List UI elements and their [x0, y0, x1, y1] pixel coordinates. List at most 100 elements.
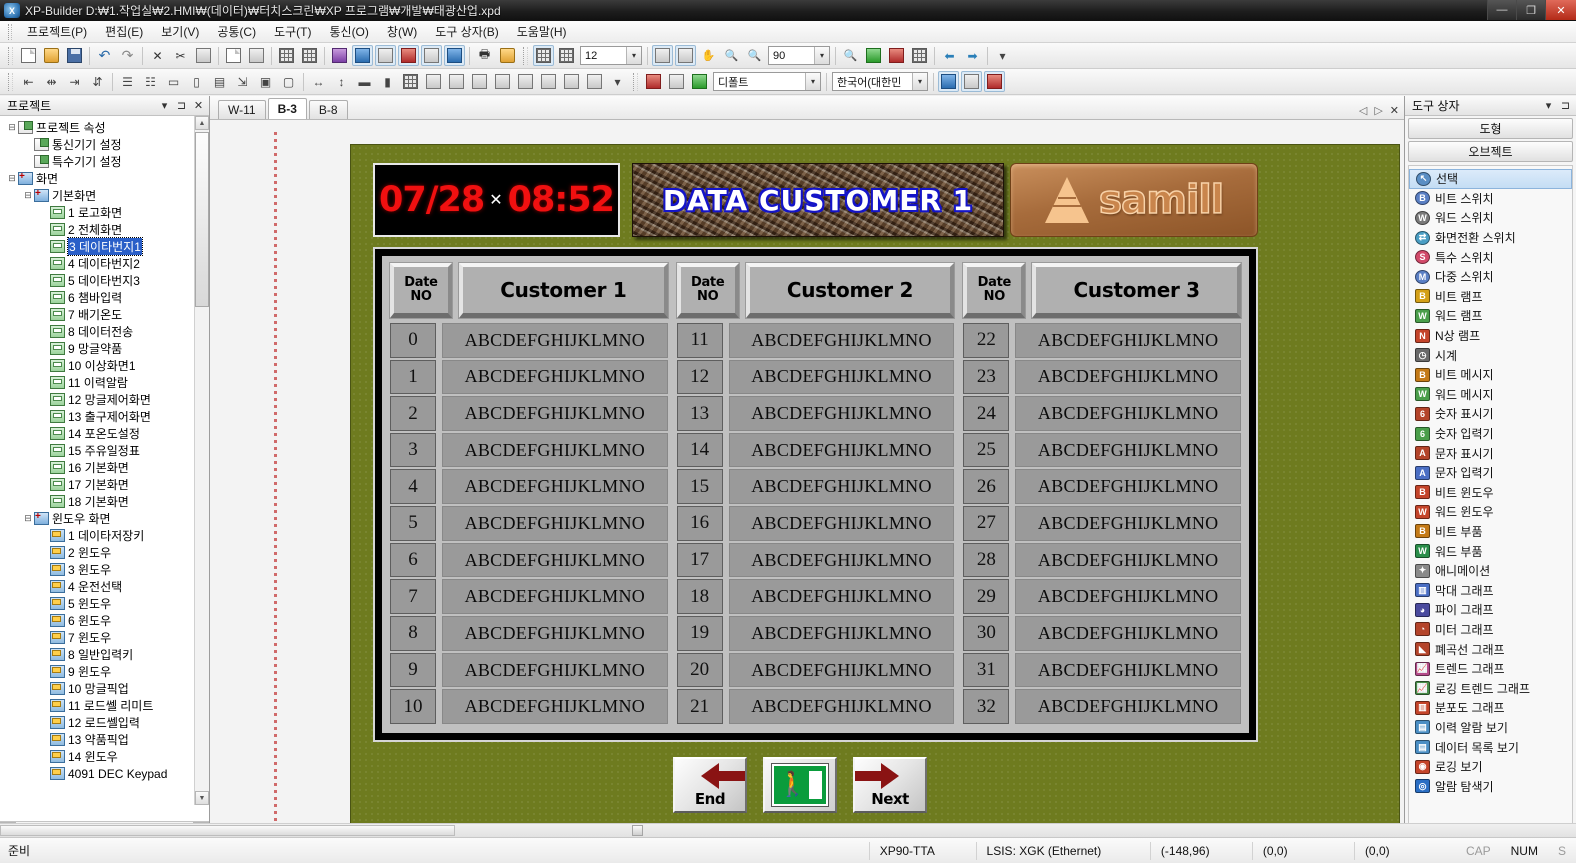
tab-next-icon[interactable]: ▷ [1374, 104, 1382, 117]
tree-item[interactable]: 2 윈도우 [0, 544, 209, 561]
row-value-cell[interactable]: ABCDEFGHIJKLMNO [442, 652, 668, 688]
table-row[interactable]: 32 ABCDEFGHIJKLMNO [963, 689, 1242, 725]
table-row[interactable]: 9 ABCDEFGHIJKLMNO [390, 652, 668, 688]
toolbox-item[interactable]: ▥ 분포도 그래프 [1409, 698, 1572, 718]
hmi-screen-preview[interactable]: 07/28 ✕ 08:52 DATA CUSTOMER 1 samill Dat… [350, 144, 1400, 834]
row-value-cell[interactable]: ABCDEFGHIJKLMNO [442, 579, 668, 615]
shape-round-button[interactable] [446, 71, 467, 92]
row-value-cell[interactable]: ABCDEFGHIJKLMNO [442, 689, 668, 725]
tree-item[interactable]: 통신기기 설정 [0, 136, 209, 153]
tree-item[interactable]: 6 윈도우 [0, 612, 209, 629]
duplicate-button[interactable] [246, 45, 267, 66]
table-row[interactable]: 31 ABCDEFGHIJKLMNO [963, 652, 1242, 688]
table-row[interactable]: 5 ABCDEFGHIJKLMNO [390, 506, 668, 541]
chart-button[interactable] [863, 45, 884, 66]
tree-item[interactable]: ⊟ 화면 [0, 170, 209, 187]
tree-item[interactable]: 13 출구제어화면 [0, 408, 209, 425]
toolbox-item[interactable]: ◕ 파이 그래프 [1409, 600, 1572, 620]
row-value-cell[interactable]: ABCDEFGHIJKLMNO [442, 542, 668, 578]
toolbar-grip-3[interactable] [8, 72, 13, 91]
tree-expand-icon[interactable]: ⊟ [22, 190, 34, 201]
toolbox-item[interactable]: ◷ 시계 [1409, 345, 1572, 365]
table-row[interactable]: 1 ABCDEFGHIJKLMNO [390, 359, 668, 395]
table-row[interactable]: 18 ABCDEFGHIJKLMNO [676, 579, 955, 615]
upload-button[interactable] [689, 71, 710, 92]
table-row[interactable]: 14 ABCDEFGHIJKLMNO [676, 432, 955, 468]
shape-oval-button[interactable] [492, 71, 513, 92]
table-row[interactable]: 0 ABCDEFGHIJKLMNO [390, 322, 668, 358]
menu-item-comm[interactable]: 통신(O) [320, 21, 377, 42]
paste-button[interactable] [223, 45, 244, 66]
toolbar-grip-2[interactable] [523, 46, 528, 65]
chevron-down-icon[interactable]: ▾ [626, 47, 641, 64]
tree-item[interactable]: ⊟ 기본화면 [0, 187, 209, 204]
row-value-cell[interactable]: ABCDEFGHIJKLMNO [728, 396, 955, 431]
tree-item[interactable]: 12 망글제어화면 [0, 391, 209, 408]
zoom-level-combo[interactable]: 90 ▾ [768, 46, 830, 65]
editor-hscroll-thumb[interactable] [632, 825, 643, 836]
panel-pin-icon[interactable]: ⊐ [175, 99, 188, 112]
shape-text-button[interactable] [561, 71, 582, 92]
row-value-cell[interactable]: ABCDEFGHIJKLMNO [442, 506, 668, 541]
table-row[interactable]: 17 ABCDEFGHIJKLMNO [676, 542, 955, 578]
toolbar2-overflow-button[interactable]: ▾ [607, 71, 628, 92]
tree-item[interactable]: ⊟ 프로젝트 속성 [0, 119, 209, 136]
save-file-button[interactable] [64, 45, 85, 66]
library-button[interactable] [444, 45, 465, 66]
menu-item-project[interactable]: 프로젝트(P) [18, 21, 96, 42]
toolbox-item[interactable]: 6 숫자 표시기 [1409, 404, 1572, 424]
close-button[interactable]: ✕ [1545, 0, 1576, 20]
toolbox-item[interactable]: A 문자 입력기 [1409, 463, 1572, 483]
copy-button[interactable] [193, 45, 214, 66]
table-row[interactable]: 16 ABCDEFGHIJKLMNO [676, 506, 955, 541]
tab-prev-icon[interactable]: ◁ [1359, 104, 1367, 117]
pan-hand-icon[interactable] [698, 45, 719, 66]
tab-close-icon[interactable]: ✕ [1390, 104, 1399, 117]
delete-button[interactable] [147, 45, 168, 66]
row-value-cell[interactable]: ABCDEFGHIJKLMNO [1015, 469, 1242, 505]
next-button[interactable]: Next [853, 757, 927, 813]
tree-item[interactable]: 14 윈도우 [0, 748, 209, 765]
row-value-cell[interactable]: ABCDEFGHIJKLMNO [728, 652, 955, 688]
row-value-cell[interactable]: ABCDEFGHIJKLMNO [1015, 542, 1242, 578]
row-value-cell[interactable]: ABCDEFGHIJKLMNO [1015, 506, 1242, 541]
tree-item[interactable]: 5 윈도우 [0, 595, 209, 612]
toolbox-item[interactable]: ▤ 이력 알람 보기 [1409, 718, 1572, 738]
tree-item[interactable]: 13 약품픽업 [0, 731, 209, 748]
tree-item[interactable]: 10 이상화면1 [0, 357, 209, 374]
forward-arrow-icon[interactable] [962, 45, 983, 66]
tree-expand-icon[interactable]: ⊟ [6, 122, 18, 133]
toolbox-item[interactable]: ✦ 애니메이션 [1409, 561, 1572, 581]
align-center-button[interactable]: ⇹ [41, 71, 62, 92]
toolbox-menu-icon[interactable]: ▾ [1542, 99, 1555, 112]
tree-item[interactable]: 12 로드쎌입력 [0, 714, 209, 731]
same-size-button[interactable]: ▤ [209, 71, 230, 92]
toolbox-item[interactable]: ◎ 알람 탐색기 [1409, 776, 1572, 796]
style-default-combo[interactable]: 디폴트 ▾ [713, 72, 821, 91]
toolbox-item[interactable]: W 워드 램프 [1409, 306, 1572, 326]
row-value-cell[interactable]: ABCDEFGHIJKLMNO [728, 579, 955, 615]
fill-color-button[interactable] [329, 45, 350, 66]
table-row[interactable]: 24 ABCDEFGHIJKLMNO [963, 396, 1242, 431]
row-value-cell[interactable]: ABCDEFGHIJKLMNO [728, 469, 955, 505]
table-row[interactable]: 4 ABCDEFGHIJKLMNO [390, 469, 668, 505]
global-object-button[interactable] [984, 71, 1005, 92]
cut-button[interactable] [170, 45, 191, 66]
nudge-button[interactable]: ⇲ [232, 71, 253, 92]
toolbox-item[interactable]: ▥ 막대 그래프 [1409, 580, 1572, 600]
group-button[interactable] [276, 45, 297, 66]
row-value-cell[interactable]: ABCDEFGHIJKLMNO [728, 542, 955, 578]
simulator-button[interactable] [643, 71, 664, 92]
grid-view-button[interactable] [909, 45, 930, 66]
editor-hscrollbar[interactable] [0, 823, 1576, 837]
row-value-cell[interactable]: ABCDEFGHIJKLMNO [1015, 359, 1242, 395]
same-width-button[interactable]: ▭ [163, 71, 184, 92]
chevron-down-icon[interactable]: ▾ [912, 73, 927, 90]
end-button[interactable]: End [673, 757, 747, 813]
toolbox-item[interactable]: ◔ 미터 그래프 [1409, 620, 1572, 640]
tree-item[interactable]: 9 윈도우 [0, 663, 209, 680]
tree-item[interactable]: 5 데이타번지3 [0, 272, 209, 289]
tree-item[interactable]: 11 로드쎌 리미트 [0, 697, 209, 714]
table-row[interactable]: 29 ABCDEFGHIJKLMNO [963, 579, 1242, 615]
tree-item[interactable]: 18 기본화면 [0, 493, 209, 510]
